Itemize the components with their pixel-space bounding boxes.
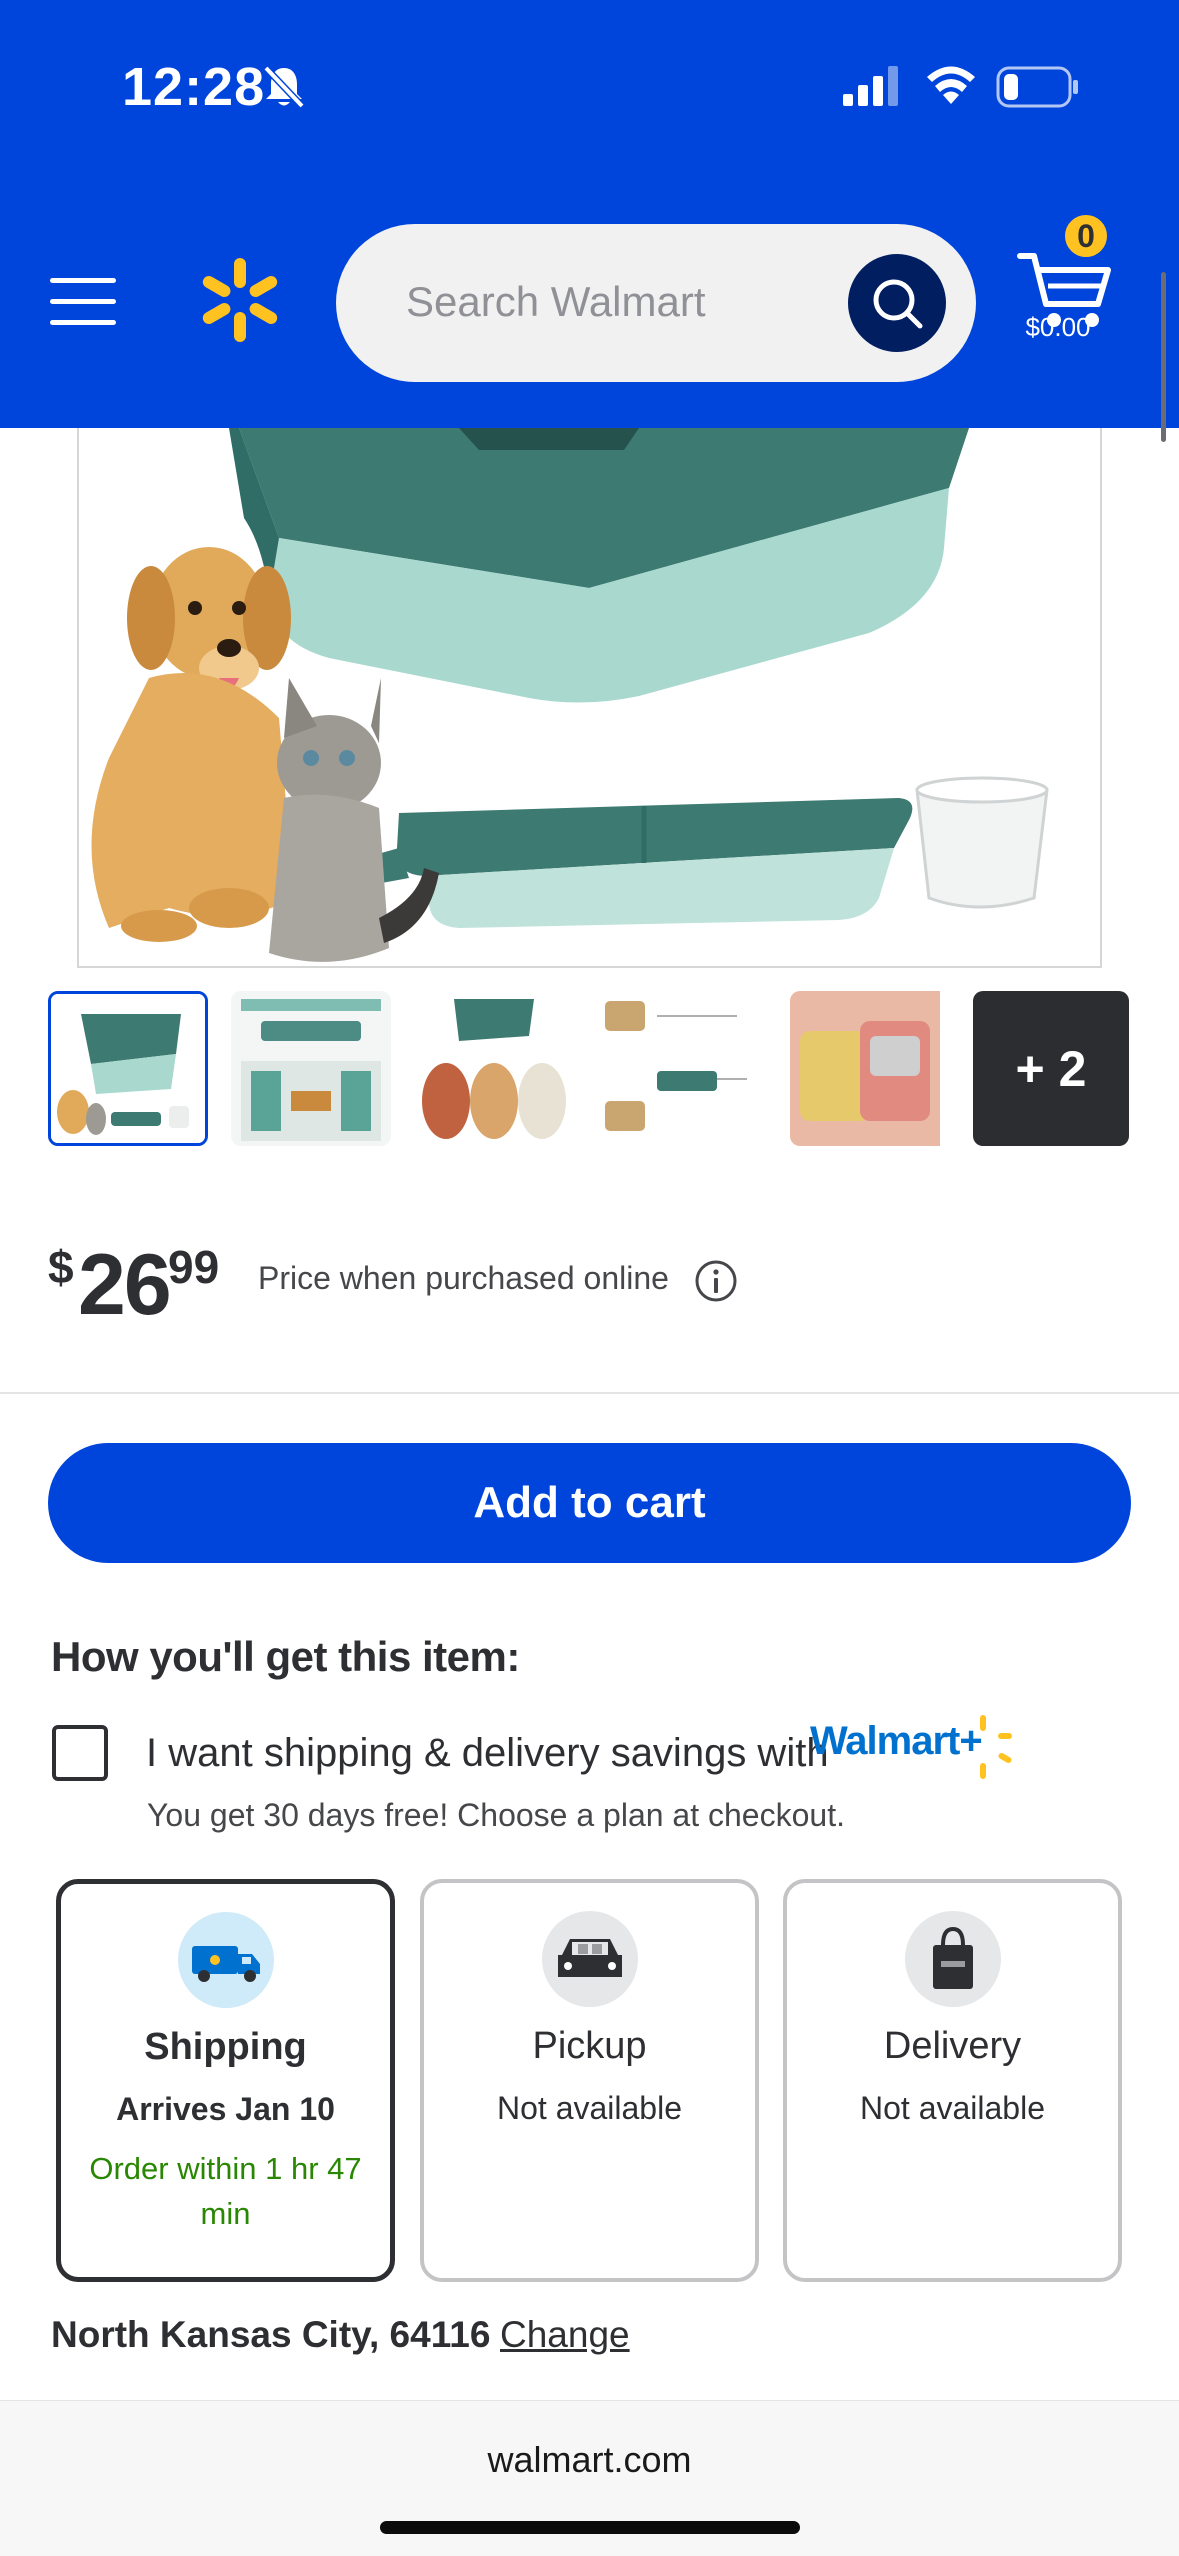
product-main-image[interactable] [77,428,1102,968]
spark-icon [980,1715,1012,1779]
scroll-indicator [1161,272,1166,442]
thumbnail-5[interactable] [790,991,950,1146]
price-currency: $ [48,1241,74,1293]
thumbnail-1[interactable] [48,991,208,1146]
search-input[interactable] [406,272,826,332]
option-title: Pickup [532,2025,647,2067]
thumbnail-image [51,994,205,1143]
thumbnail-image [597,991,757,1146]
price-note: Price when purchased online [258,1260,669,1296]
fulfillment-title: How you'll get this item: [51,1633,520,1680]
section-divider [0,1392,1179,1394]
walmart-plus-offer: I want shipping & delivery savings with [146,1731,829,1775]
thumbnail-2[interactable] [231,991,391,1146]
walmart-plus-checkbox[interactable] [52,1725,108,1781]
fulfillment-option-delivery[interactable]: Delivery Not available [783,1879,1122,2282]
bell-off-icon [263,65,305,109]
search-icon [873,279,923,329]
product-illustration [91,428,1049,962]
thumbnail-image [790,991,940,1146]
shipping-truck-icon [177,1912,274,2008]
thumbnail-image [414,991,574,1146]
option-subtitle: Arrives Jan 10 [116,2091,335,2127]
thumbnail-3[interactable] [414,991,574,1146]
browser-url[interactable]: walmart.com [0,2439,1179,2481]
menu-button[interactable] [50,272,116,328]
home-indicator[interactable] [380,2521,800,2534]
thumbnail-more[interactable]: + 2 [973,991,1129,1146]
fulfillment-option-shipping[interactable]: Shipping Arrives Jan 10 Order within 1 h… [56,1879,395,2282]
cellular-signal-icon [843,66,898,106]
fulfillment-option-pickup[interactable]: Pickup Not available [420,1879,759,2282]
pickup-car-icon [541,1911,638,2007]
cart-total: $0.00 [1025,312,1091,342]
change-location-link[interactable]: Change [500,2314,630,2356]
option-subtitle: Not available [860,2090,1045,2126]
cart-count-badge: 0 [1062,212,1110,260]
thumbnail-more-count: + 2 [1015,1040,1087,1097]
add-to-cart-button[interactable]: Add to cart [48,1443,1131,1563]
thumbnail-image [231,991,391,1146]
walmart-plus-brand: Walmart+ [810,1719,983,1763]
battery-icon [996,66,1078,108]
status-time: 12:28 [122,57,266,117]
walmart-spark-logo[interactable] [196,256,284,344]
price-dollars: 26 [78,1237,172,1333]
walmart-plus-subtext: You get 30 days free! Choose a plan at c… [147,1797,845,1833]
delivery-bag-icon [904,1911,1001,2007]
option-title: Shipping [144,2026,307,2068]
option-title: Delivery [883,2025,1022,2067]
option-subtitle: Not available [497,2090,682,2126]
browser-url-bar[interactable]: walmart.com [0,2400,1179,2556]
delivery-location: North Kansas City, 64116 [51,2314,491,2355]
search-button[interactable] [848,254,946,352]
walmart-plus-logo: Walmart+ [810,1715,1012,1779]
option-note: Order within 1 hr 47 min [89,2151,362,2231]
thumbnail-4[interactable] [597,991,757,1146]
app-header: 12:28 Search Walmart 0 $0.00 [0,0,1179,428]
price-cents: 99 [168,1241,220,1293]
wifi-icon [927,66,975,104]
search-bar[interactable] [336,224,976,382]
info-icon[interactable] [694,1259,738,1303]
